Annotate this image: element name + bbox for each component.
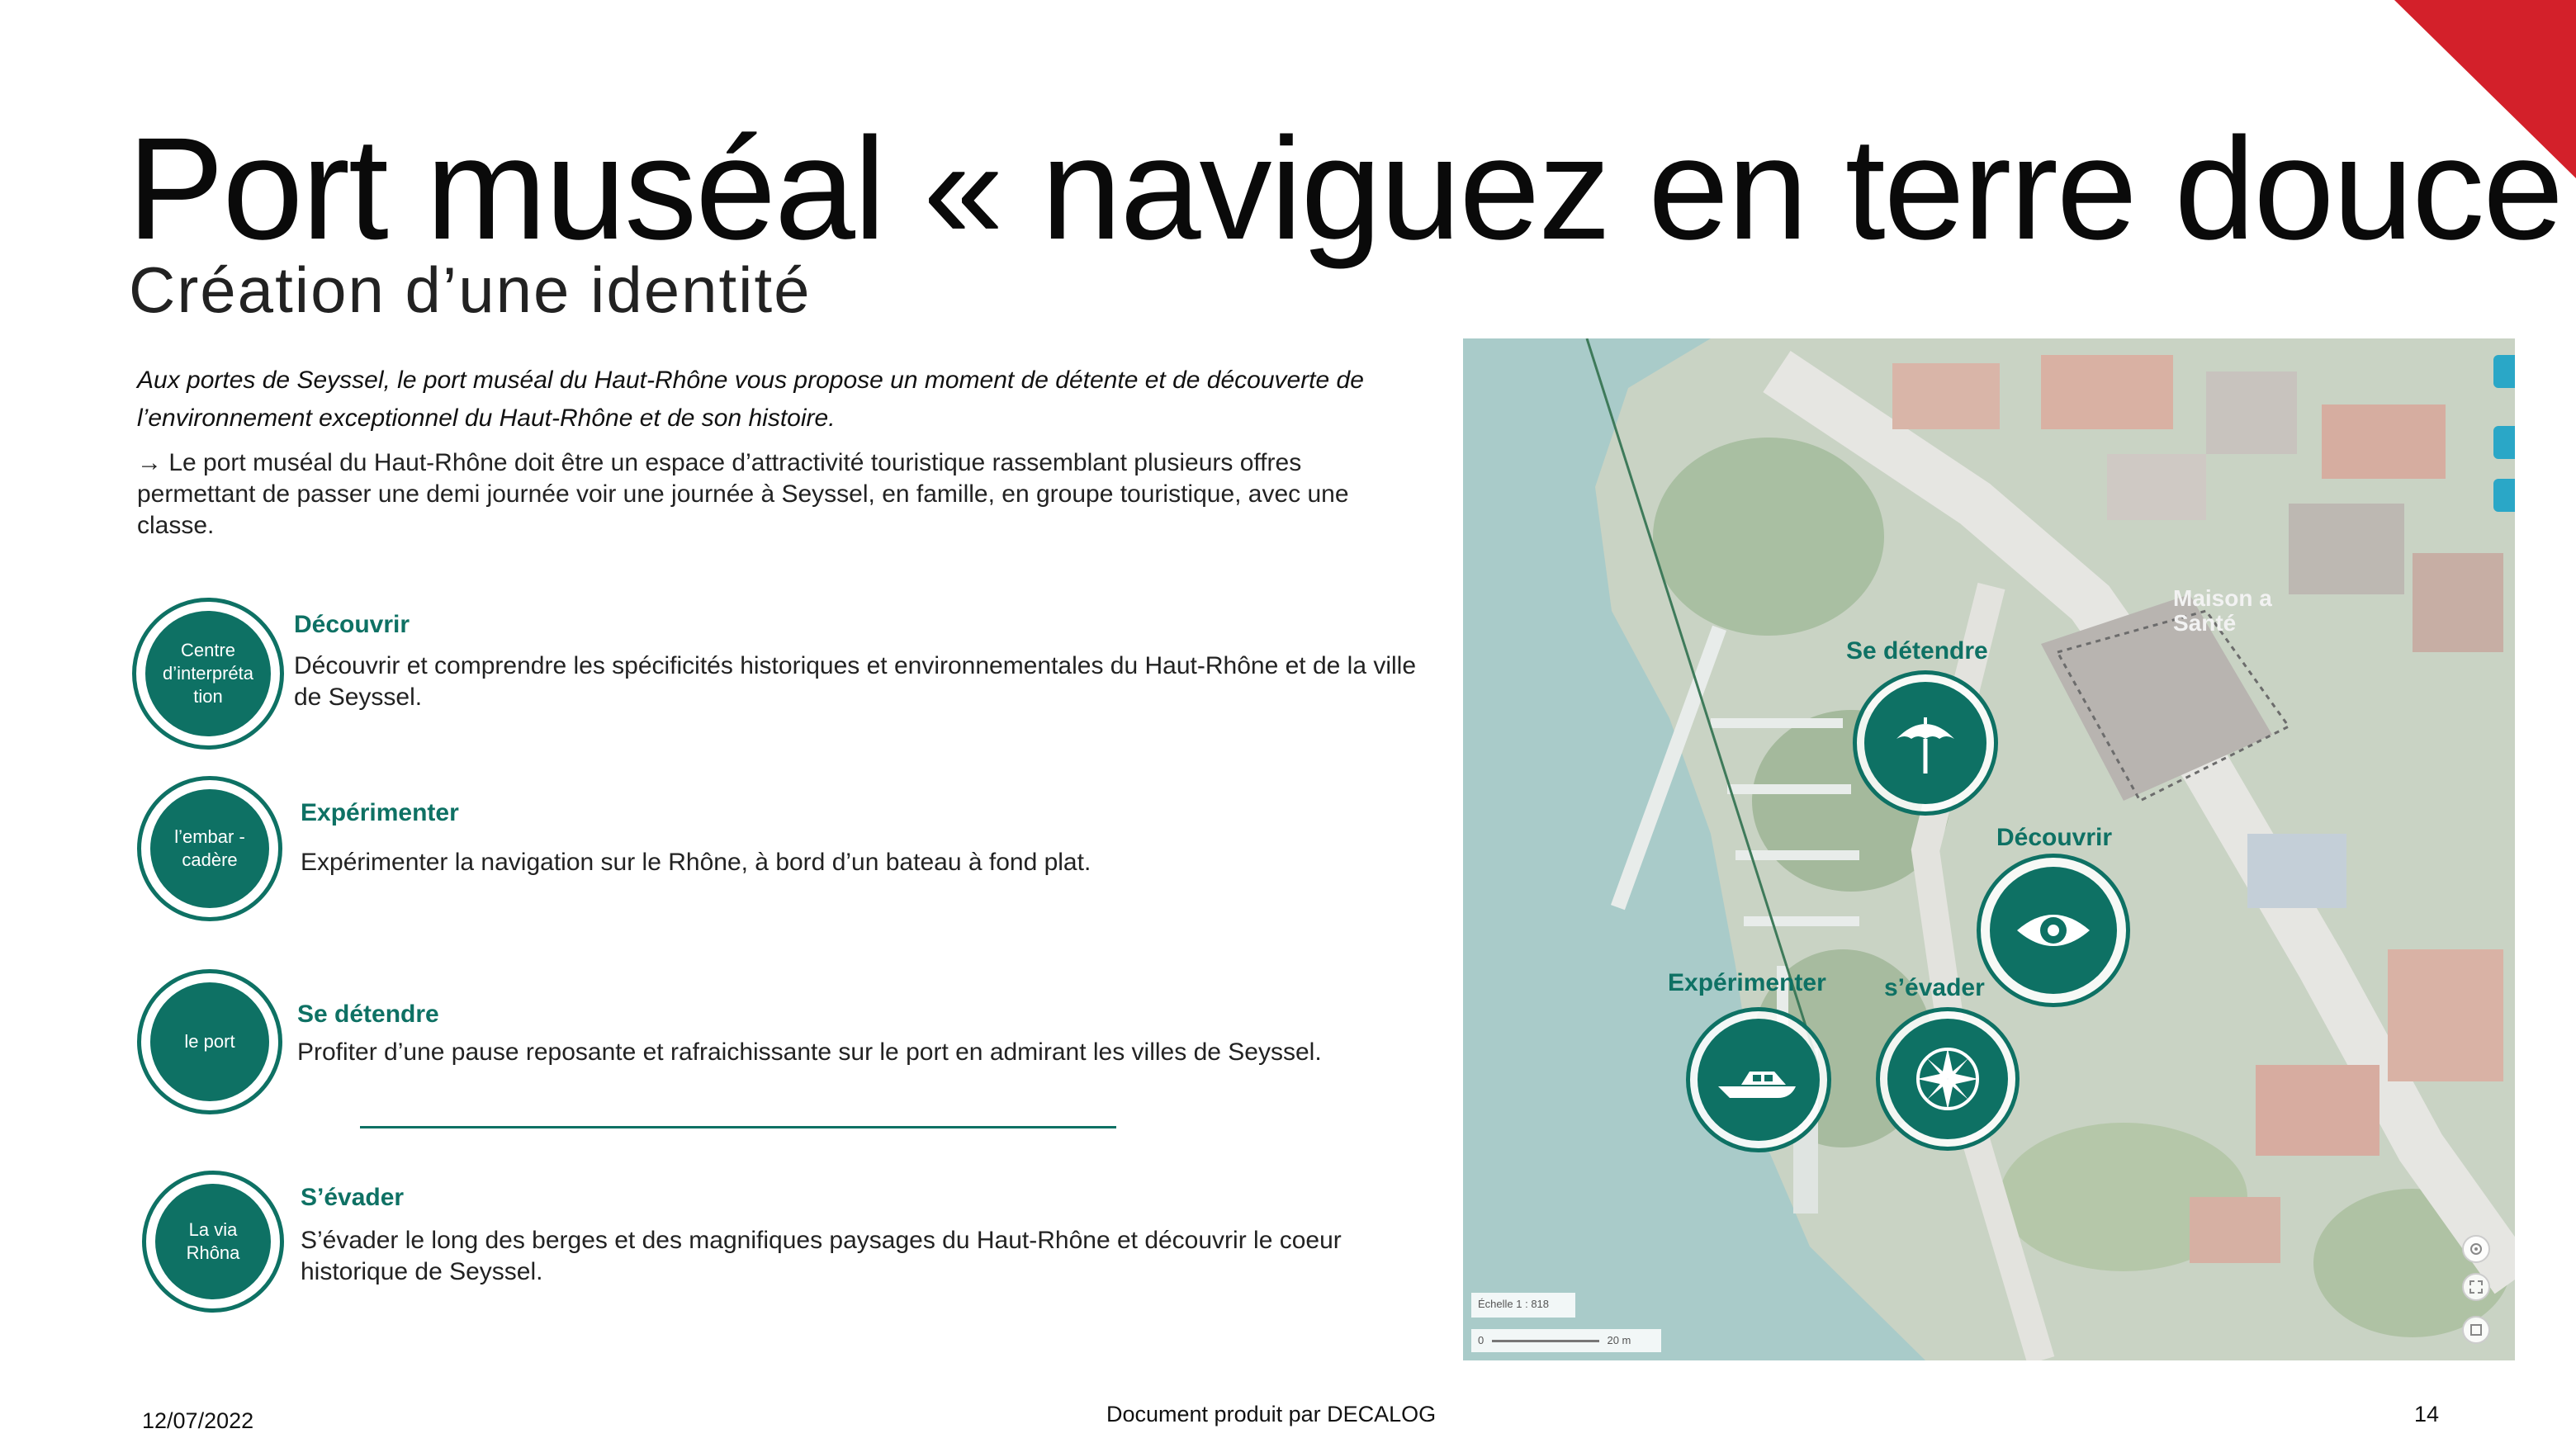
map-3d-toggle[interactable] — [2462, 1316, 2490, 1344]
map-scale-bar: 0 20 m — [1471, 1329, 1661, 1352]
cube-icon — [2470, 1324, 2482, 1336]
scale-line — [1491, 1340, 1599, 1343]
boat-icon — [1718, 1072, 1796, 1098]
map-label-s-evader: s’évader — [1884, 974, 1985, 1001]
compass-icon — [1916, 1048, 1979, 1110]
eye-icon — [2017, 915, 2090, 946]
item-text-decouvrir: Découvrir et comprendre les spécificités… — [294, 652, 1417, 711]
badge-label: l’embar -cadère — [174, 826, 245, 870]
parasol-icon — [1896, 717, 1954, 774]
pin-se-detendre[interactable] — [1864, 682, 1986, 804]
item-title-s-evader: S’évader — [301, 1184, 405, 1211]
map-settings-button[interactable] — [2493, 426, 2515, 459]
badge-label: La via Rhôna — [186, 1219, 240, 1263]
map-locate-button[interactable] — [2462, 1235, 2490, 1263]
scale-end: 20 m — [1607, 1334, 1631, 1346]
section-divider — [360, 1126, 1116, 1128]
map-label-maison: Maison a Santé — [2173, 585, 2272, 636]
item-title-experimenter: Expérimenter — [301, 799, 459, 826]
pin-experimenter[interactable] — [1698, 1019, 1820, 1141]
target-icon — [2470, 1243, 2482, 1255]
item-text-s-evader: S’évader le long des berges et des magni… — [301, 1227, 1342, 1285]
pin-s-evader[interactable] — [1887, 1019, 2008, 1139]
item-text-experimenter: Expérimenter la navigation sur le Rhône,… — [301, 849, 1091, 876]
item-title-decouvrir: Découvrir — [294, 611, 410, 638]
badge-label: Centre d’interpréta tion — [162, 640, 254, 707]
aerial-map[interactable]: Maison a Santé Se détendre Découvrir Exp… — [1463, 338, 2515, 1360]
badge-se-detendre: le port — [150, 982, 269, 1101]
item-title-se-detendre: Se détendre — [297, 1001, 439, 1028]
item-text-se-detendre: Profiter d’une pause reposante et rafrai… — [297, 1038, 1322, 1066]
map-layers-button[interactable] — [2493, 355, 2515, 388]
intro-text: Aux portes de Seyssel, le port muséal du… — [137, 367, 1364, 432]
scale-start: 0 — [1478, 1334, 1485, 1346]
badge-experimenter: l’embar -cadère — [150, 789, 269, 908]
map-label-experimenter: Expérimenter — [1668, 969, 1826, 996]
page-number: 14 — [2414, 1402, 2440, 1426]
map-scale-text: Échelle 1 : 818 — [1471, 1293, 1575, 1318]
footer-producer: Document produit par DECALOG — [1106, 1402, 1437, 1426]
map-label-decouvrir: Découvrir — [1996, 824, 2113, 851]
map-fullscreen-button[interactable] — [2462, 1273, 2490, 1301]
fullscreen-icon — [2469, 1280, 2483, 1294]
map-label-se-detendre: Se détendre — [1846, 637, 1988, 665]
page-title: Port muséal « naviguez en terre douce » — [127, 108, 2576, 270]
map-background — [1463, 338, 2515, 1360]
pin-decouvrir[interactable] — [1990, 867, 2117, 994]
lead-text: → Le port muséal du Haut-Rhône doit être… — [137, 449, 1349, 539]
map-list-button[interactable] — [2493, 479, 2515, 512]
badge-s-evader: La via Rhôna — [155, 1184, 271, 1299]
page-subtitle: Création d’une identité — [129, 253, 812, 326]
footer-date: 12/07/2022 — [142, 1408, 254, 1433]
badge-decouvrir: Centre d’interpréta tion — [145, 611, 271, 736]
badge-label: le port — [184, 1031, 235, 1052]
